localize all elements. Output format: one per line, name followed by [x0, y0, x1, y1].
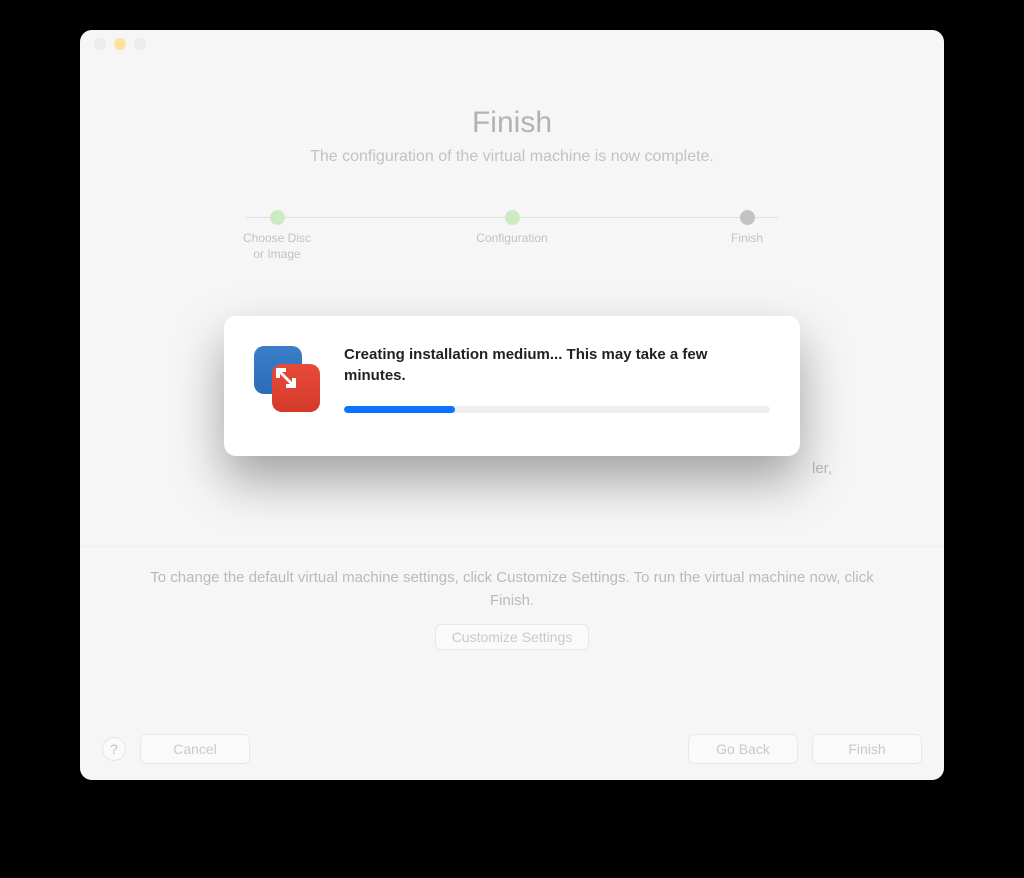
customize-settings-button[interactable]: Customize Settings	[435, 624, 590, 650]
cancel-button[interactable]: Cancel	[140, 734, 250, 764]
minimize-window-icon[interactable]	[114, 38, 126, 50]
progress-fill	[344, 406, 455, 413]
progress-dialog: Creating installation medium... This may…	[224, 316, 800, 456]
page-title: Finish	[110, 106, 914, 140]
wizard-stepper: Choose Disc or Image Configuration Finis…	[232, 210, 792, 262]
step-label: Choose Disc or Image	[243, 231, 311, 262]
go-back-button[interactable]: Go Back	[688, 734, 798, 764]
progress-bar	[344, 406, 770, 413]
footer-hint-text: To change the default virtual machine se…	[140, 567, 884, 612]
page-subtitle: The configuration of the virtual machine…	[110, 148, 914, 166]
step-configuration: Configuration	[467, 210, 557, 247]
step-label: Finish	[731, 231, 763, 247]
step-dot-icon	[270, 210, 285, 225]
dialog-body: Creating installation medium... This may…	[344, 344, 770, 413]
obscured-background-text: ler,	[812, 460, 832, 477]
arrows-icon	[270, 362, 304, 396]
step-dot-icon	[505, 210, 520, 225]
titlebar	[80, 30, 944, 58]
footer-hint: To change the default virtual machine se…	[80, 546, 944, 650]
finish-button[interactable]: Finish	[812, 734, 922, 764]
button-bar: ? Cancel Go Back Finish	[80, 734, 944, 764]
step-label: Configuration	[476, 231, 547, 247]
step-choose-disc: Choose Disc or Image	[232, 210, 322, 262]
step-finish: Finish	[702, 210, 792, 247]
dialog-message: Creating installation medium... This may…	[344, 344, 770, 386]
zoom-window-icon[interactable]	[134, 38, 146, 50]
step-dot-icon	[740, 210, 755, 225]
vmware-fusion-icon	[252, 344, 322, 414]
wizard-content: Finish The configuration of the virtual …	[80, 58, 944, 262]
help-button[interactable]: ?	[102, 737, 126, 761]
close-window-icon[interactable]	[94, 38, 106, 50]
